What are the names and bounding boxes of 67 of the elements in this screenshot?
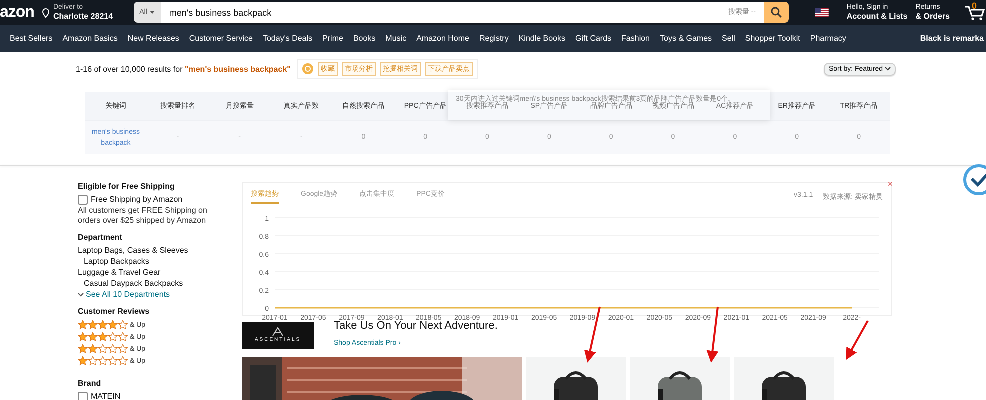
chevron-icon [885,66,891,70]
filter-heading: Customer Reviews [78,307,151,316]
search-button[interactable] [764,2,789,23]
nav-link[interactable]: Music [386,34,407,43]
filled-star-icon [108,320,118,330]
close-button[interactable]: × [888,179,893,189]
nav-link[interactable]: Today's Deals [262,34,313,43]
filled-star-icon [98,320,108,330]
nav-link[interactable]: Best Sellers [10,34,53,43]
flag-icon[interactable] [815,8,829,17]
search-field[interactable]: men's business backpack [161,2,728,23]
star-rating[interactable] [78,344,128,354]
nav-link[interactable]: Books [353,34,376,43]
filled-star-icon [88,320,98,330]
filled-star-icon [78,356,88,366]
filled-star-icon [88,332,98,342]
nav-link[interactable]: Pharmacy [810,34,846,43]
caret-icon [150,11,156,14]
nav-link[interactable]: Prime [322,34,344,43]
location-pin-icon [42,8,50,18]
filter-heading: Department [78,233,124,242]
nav-link[interactable]: Registry [479,34,509,43]
see-all-link[interactable]: See All 10 Departments [78,289,230,300]
nav-link[interactable]: Toys & Games [660,34,712,43]
filter-heading: Brand [78,379,102,388]
nav-link[interactable]: Amazon Basics [62,34,118,43]
promo-text[interactable]: Black is remarka [920,34,984,43]
filled-star-icon [78,320,88,330]
plugin-logo-icon[interactable] [302,63,314,75]
nav-link[interactable]: Customer Service [189,34,253,43]
checkbox[interactable] [78,392,88,400]
nav-link[interactable]: Fashion [622,34,650,43]
star-rating[interactable] [78,320,128,330]
star-rating[interactable] [78,356,128,366]
checkbox-label[interactable]: Free Shipping by Amazon [91,194,183,206]
arrow-drawing [846,320,869,360]
nav-link[interactable]: Sell [722,34,736,43]
checkbox-label[interactable]: MATEIN [91,391,121,400]
nav-link[interactable]: Shopper Toolkit [745,34,800,43]
star-rating[interactable] [78,332,128,342]
ad-headline: Take Us On Your Next Adventure. [334,320,498,332]
filled-star-icon [78,344,88,354]
results-summary: 1-16 of over 10,000 results for "men's business backpack" [76,64,291,74]
checkbox[interactable] [78,195,88,205]
logo[interactable]: azon [0,4,34,22]
nav-link[interactable]: Amazon Home [416,34,470,43]
logo-mark-icon [272,327,284,337]
department-link[interactable]: Laptop Backpacks [78,256,230,267]
department-link[interactable]: Casual Daypack Backpacks [78,278,230,289]
filled-star-icon [78,332,88,342]
deliver-location[interactable]: Charlotte 28214 [53,12,114,22]
filter-heading: Eligible for Free Shipping [78,182,176,191]
cart-icon[interactable] [964,4,986,20]
nav-link[interactable]: Kindle Books [518,34,566,43]
department-link[interactable]: Luggage & Travel Gear [78,267,230,278]
search-icon [771,7,782,18]
shipping-note: All customers get FREE Shipping on orders over $25 shipped by Amazon [78,206,208,226]
orders-link[interactable]: & Orders [916,12,950,22]
checkmark-badge-icon[interactable] [962,162,986,198]
nav-link[interactable]: New Releases [128,34,180,43]
account-menu[interactable]: Account & Lists [846,12,908,22]
department-link[interactable]: Laptop Bags, Cases & Sleeves [78,245,230,256]
filled-star-icon [98,332,108,342]
nav-link[interactable]: Gift Cards [576,34,612,43]
chevron-icon [78,292,84,296]
cart-count: 0 [972,0,978,10]
filled-star-icon [88,344,98,354]
